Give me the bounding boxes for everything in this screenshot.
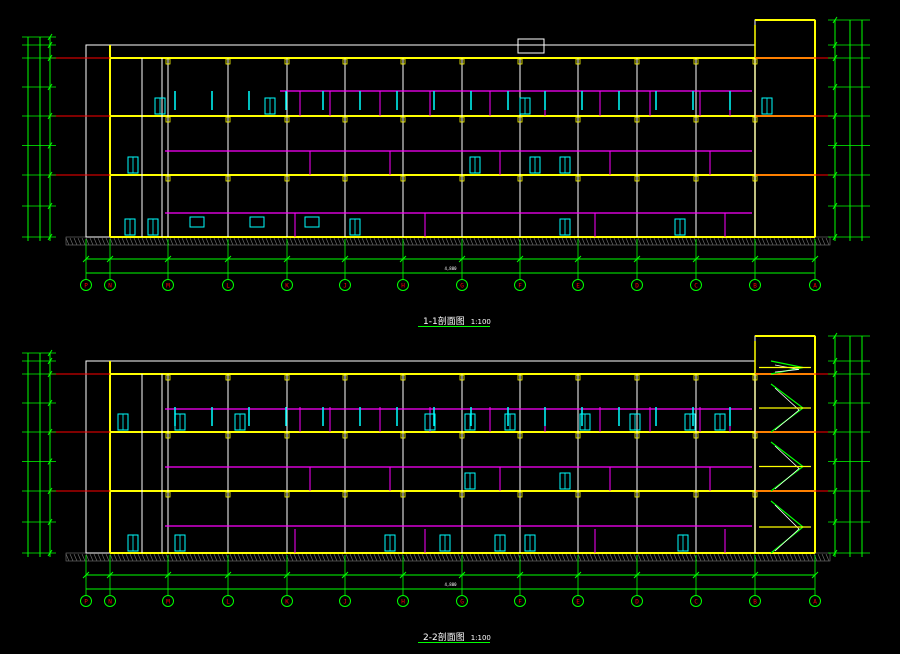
- section-2-ground-hatch: [65, 553, 830, 562]
- section-2-axis-label-D: D: [635, 599, 639, 606]
- section-2-dim-right: [828, 332, 870, 557]
- section-1-total-dimension: 4,800: [444, 266, 457, 271]
- section-1-roof-box: [517, 38, 545, 54]
- section-2-axis-label-C: C: [694, 599, 698, 606]
- section-2-scale: 1:100: [470, 634, 491, 642]
- section-1-tower: [754, 19, 816, 238]
- section-1-dim-left: [22, 33, 56, 241]
- section-2-axis-label-A: A: [813, 599, 817, 606]
- section-1-axis-label-M: M: [166, 283, 170, 290]
- section-1-axis-label-L: L: [226, 283, 230, 290]
- section-1-axis-label-B: B: [753, 283, 757, 290]
- section-1-axis-label-H: H: [401, 283, 405, 290]
- section-1-axis-bubbles: PNMLKJHGFEDCBA: [80, 279, 821, 291]
- section-1-axis-label-N: N: [108, 283, 112, 290]
- section-1-outer-wall: [85, 44, 756, 238]
- section-1-axis-label-F: F: [518, 283, 522, 290]
- section-2-axis-label-P: P: [84, 599, 88, 606]
- section-1-axis-label-K: K: [285, 283, 289, 290]
- section-1-title-underline: [418, 326, 490, 327]
- section-2-axis-label-G: G: [460, 599, 464, 606]
- section-1-window-2: [304, 216, 320, 228]
- section-1-window-1: [249, 216, 265, 228]
- section-2-outer-wall: [85, 360, 756, 554]
- section-2-axis-bubbles: PNMLKJHGFEDCBA: [80, 595, 821, 607]
- section-2-group: 4,800 P N M L K J H G F E D C B A: [22, 332, 870, 607]
- section-2-tower: [754, 335, 816, 554]
- section-1-scale: 1:100: [470, 318, 491, 326]
- section-2-partitions: [165, 407, 752, 553]
- section-1-axis-label-P: P: [84, 283, 88, 290]
- section-2-axis-label-N: N: [108, 599, 112, 606]
- cad-drawing-canvas: 4,800 P N M L K J H G F E D C B A 4,800 P N M L K J H G F E D C B A: [22, 16, 870, 607]
- section-2-axis-label-E: E: [576, 599, 580, 606]
- section-2-dim-left: [22, 349, 56, 557]
- section-2-axis-label-M: M: [166, 599, 170, 606]
- section-1-axis-label-G: G: [460, 283, 464, 290]
- section-1-window-0: [189, 216, 205, 228]
- section-2-axis-label-L: L: [226, 599, 230, 606]
- section-1-group: 4,800 P N M L K J H G F E D C B A: [22, 16, 870, 291]
- section-1-axis-label-C: C: [694, 283, 698, 290]
- section-2-doors: [117, 407, 731, 552]
- section-1-axis-label-A: A: [813, 283, 817, 290]
- section-2-axis-label-K: K: [285, 599, 289, 606]
- section-1-partitions: [165, 90, 752, 237]
- section-2-axis-label-B: B: [753, 599, 757, 606]
- section-1-ground-hatch: [65, 237, 830, 246]
- section-2-axis-label-J: J: [343, 599, 347, 606]
- section-2-axis-label-F: F: [518, 599, 522, 606]
- section-1-axis-label-J: J: [343, 283, 347, 290]
- section-1-axis-label-D: D: [635, 283, 639, 290]
- section-1-axis-label-E: E: [576, 283, 580, 290]
- section-2-title-underline: [418, 642, 490, 643]
- section-2-stair: [759, 360, 811, 554]
- section-2-total-dimension: 4,800: [444, 582, 457, 587]
- section-1-dim-right: [828, 16, 870, 241]
- section-2-axis-label-H: H: [401, 599, 405, 606]
